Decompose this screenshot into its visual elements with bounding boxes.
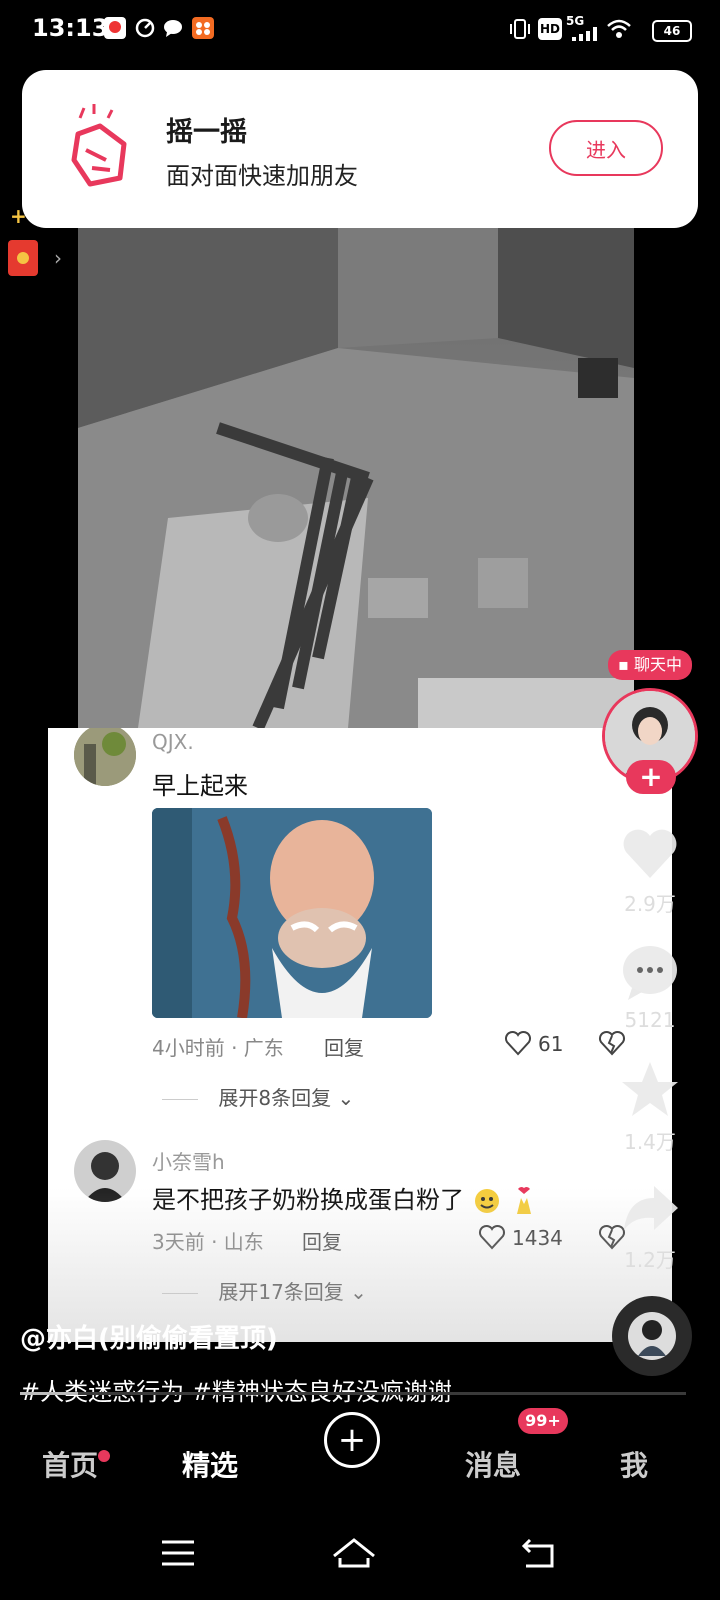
music-disc[interactable] — [612, 1296, 692, 1376]
shake-hand-icon — [66, 104, 134, 192]
reply-button[interactable]: 回复 — [324, 1032, 364, 1061]
message-bubble-icon — [162, 17, 184, 39]
status-time: 13:13 — [32, 14, 109, 42]
follow-plus-button[interactable]: + — [626, 760, 676, 794]
chevron-down-icon: ⌄ — [337, 1086, 355, 1110]
expand-replies-label: 展开17条回复 — [218, 1280, 344, 1304]
comment-panel: QJX. 早上起来 4小时前 · 广东 回复 61 展开8条回复 ⌄ 小奈雪h … — [48, 728, 672, 1342]
plus-icon: + — [337, 1420, 367, 1460]
back-icon[interactable] — [520, 1536, 558, 1574]
comment-text: 是不把孩子奶粉换成蛋白粉了 — [152, 1180, 539, 1216]
author-name[interactable]: @亦白(别偷偷看置顶) — [20, 1318, 278, 1355]
create-plus-button[interactable]: + — [324, 1412, 380, 1468]
expand-replies-label: 展开8条回复 — [218, 1086, 332, 1110]
speed-icon — [134, 17, 156, 39]
video-frame-illustration — [78, 228, 634, 728]
comment-meta: 4小时前 · 广东 — [152, 1036, 284, 1060]
shake-banner[interactable]: 摇一摇 面对面快速加朋友 进入 — [22, 70, 698, 228]
home-dot-badge — [98, 1450, 110, 1462]
heart-icon[interactable] — [504, 1030, 532, 1060]
vibrate-icon — [508, 18, 532, 44]
battery-icon: 46 — [652, 20, 692, 42]
chat-status-label: 聊天中 — [633, 655, 682, 674]
share-arrow-icon[interactable] — [620, 1180, 680, 1240]
chat-bubble-icon: ▪ — [618, 655, 629, 674]
smile-emoji-icon — [472, 1186, 502, 1214]
share-count: 1.2万 — [624, 1248, 676, 1272]
comment-text-content: 是不把孩子奶粉换成蛋白粉了 — [152, 1186, 464, 1214]
video-player[interactable] — [78, 228, 634, 728]
comment-image[interactable] — [152, 808, 432, 1018]
avatar[interactable] — [74, 728, 136, 786]
comment-like-count: 1434 — [512, 1226, 563, 1250]
wifi-icon — [606, 18, 632, 44]
comment-username[interactable]: QJX. — [152, 730, 194, 754]
like-heart-icon[interactable] — [620, 826, 680, 886]
red-packet-icon[interactable] — [8, 240, 38, 276]
app-notification-icon — [192, 17, 214, 39]
comment-like-count: 61 — [538, 1032, 564, 1056]
video-progress-fill — [20, 1392, 78, 1395]
map-app-icon — [104, 17, 126, 39]
comment-text: 早上起来 — [152, 772, 248, 800]
tab-messages[interactable]: 消息 — [465, 1444, 521, 1484]
tab-featured[interactable]: 精选 — [182, 1444, 238, 1484]
system-nav-bar — [0, 1512, 720, 1600]
chat-status-badge[interactable]: ▪ 聊天中 — [608, 650, 692, 680]
comment-bubble-icon[interactable] — [620, 944, 680, 1004]
heart-icon[interactable] — [478, 1224, 506, 1254]
like-count: 2.9万 — [624, 892, 676, 916]
video-progress-track[interactable] — [20, 1392, 686, 1395]
comment-username[interactable]: 小奈雪h — [152, 1146, 225, 1175]
comment-meta: 3天前 · 山东 — [152, 1230, 264, 1254]
comment-count: 5121 — [624, 1008, 676, 1032]
reply-button[interactable]: 回复 — [302, 1226, 342, 1255]
chevron-down-icon: ⌄ — [350, 1280, 367, 1304]
favorite-count: 1.4万 — [624, 1130, 676, 1154]
bottom-nav: 首页 精选 + 消息 99+ 我 — [0, 1408, 720, 1512]
banner-subtitle: 面对面快速加朋友 — [166, 162, 358, 190]
messages-count-badge: 99+ — [518, 1408, 568, 1434]
status-bar: 13:13 HD 5G 46 — [0, 0, 720, 60]
enter-button[interactable]: 进入 — [549, 120, 663, 176]
expand-chevron-icon[interactable]: › — [54, 246, 62, 270]
avatar[interactable] — [74, 1140, 136, 1202]
tab-me[interactable]: 我 — [620, 1444, 648, 1484]
heart-hands-emoji-icon — [509, 1186, 539, 1214]
hashtags[interactable]: #人类迷惑行为 #精神状态良好没疯谢谢 — [20, 1372, 452, 1407]
menu-icon[interactable] — [160, 1538, 196, 1572]
expand-replies[interactable]: 展开17条回复 ⌄ — [162, 1276, 367, 1305]
banner-title: 摇一摇 — [166, 117, 247, 148]
signal-icon — [572, 26, 598, 45]
dislike-heart-icon[interactable] — [598, 1030, 626, 1060]
home-icon[interactable] — [330, 1536, 378, 1574]
favorite-star-icon[interactable] — [620, 1060, 680, 1122]
expand-replies[interactable]: 展开8条回复 ⌄ — [162, 1082, 354, 1111]
tab-home[interactable]: 首页 — [42, 1444, 98, 1484]
hd-icon: HD — [538, 18, 562, 40]
